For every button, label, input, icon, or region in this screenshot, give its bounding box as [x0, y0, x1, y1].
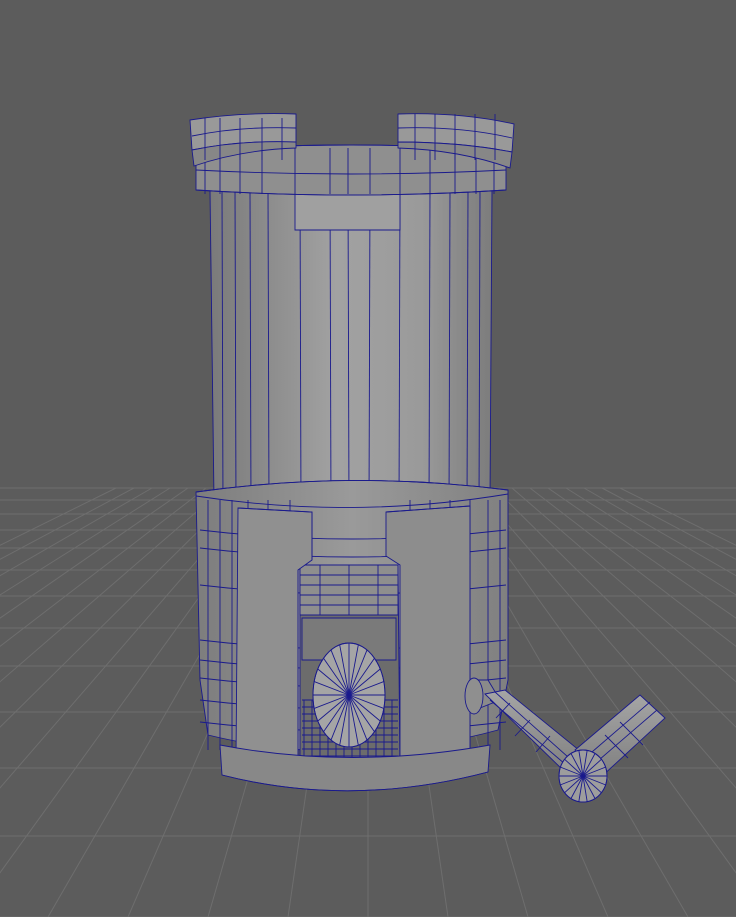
grid-line	[0, 487, 189, 619]
grid-line	[0, 487, 153, 577]
grid-line	[0, 487, 117, 546]
upper-cylinder[interactable]	[209, 189, 493, 513]
viewport-scene[interactable]	[0, 0, 736, 917]
3d-viewport[interactable]	[0, 0, 736, 917]
grid-line	[0, 487, 225, 683]
grid-line	[583, 487, 736, 577]
crank-arm[interactable]	[464, 677, 666, 803]
grid-line	[0, 487, 207, 648]
front-wheel[interactable]	[312, 642, 386, 748]
grid-line	[493, 487, 736, 728]
tower-model[interactable]	[189, 113, 666, 803]
grid-line	[511, 487, 736, 683]
